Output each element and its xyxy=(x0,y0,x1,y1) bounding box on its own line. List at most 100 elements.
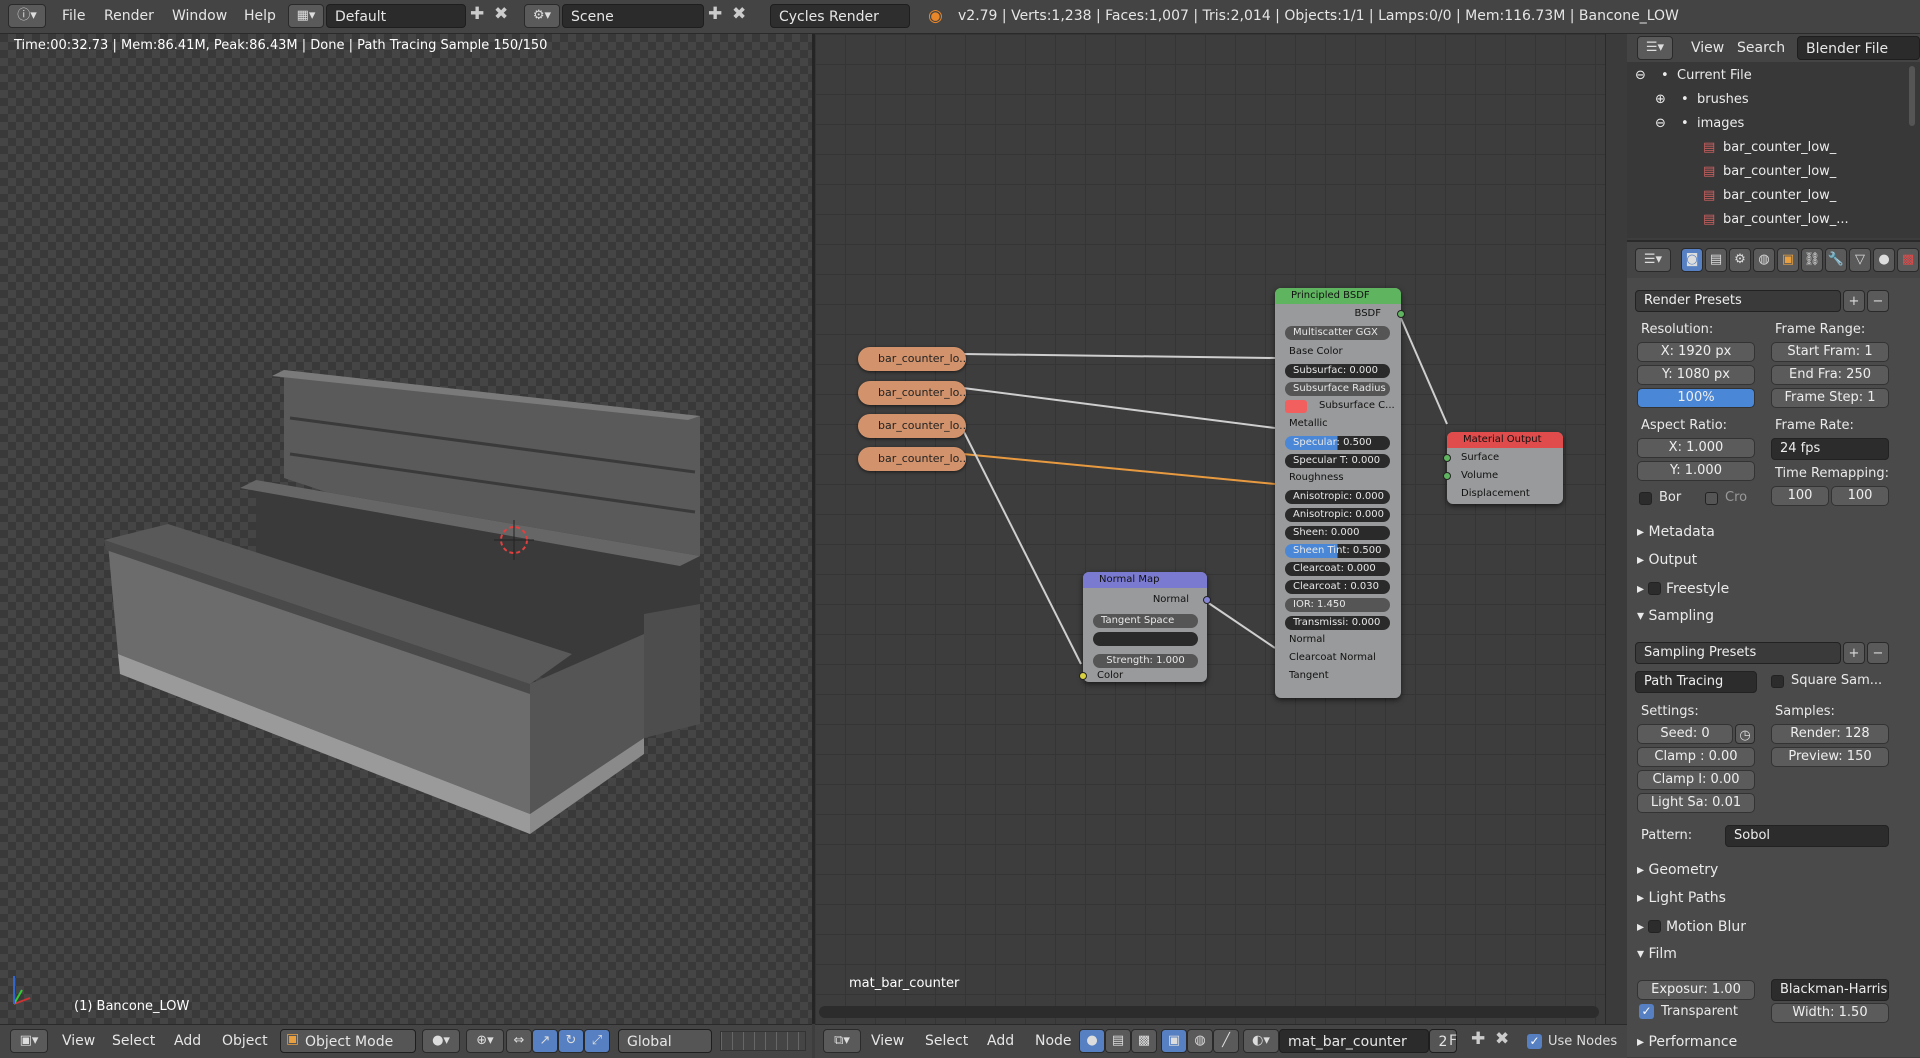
freestyle-panel-toggle[interactable]: ▸ Freestyle xyxy=(1637,580,1729,597)
outliner-scrollbar[interactable] xyxy=(1909,66,1915,126)
input-ior[interactable]: IOR: 1.450 xyxy=(1285,598,1390,612)
remove-scene-icon[interactable]: ✖ xyxy=(732,4,746,24)
shader-nodes-icon[interactable]: ● xyxy=(1079,1029,1105,1053)
outliner-display-mode[interactable]: Blender File xyxy=(1797,36,1920,60)
tree-image-item[interactable]: bar_counter_low_ xyxy=(1723,164,1836,179)
menu-file[interactable]: File xyxy=(62,0,85,33)
input-specular[interactable]: Specular: 0.500 xyxy=(1285,436,1390,450)
output-panel-toggle[interactable]: ▸ Output xyxy=(1637,552,1697,568)
film-panel-toggle[interactable]: ▾ Film xyxy=(1637,946,1677,962)
frame-rate-select[interactable]: 24 fps xyxy=(1771,438,1889,460)
texture-nodes-icon[interactable]: ▩ xyxy=(1131,1029,1157,1053)
filter-width-field[interactable]: Width: 1.50 xyxy=(1771,1003,1889,1023)
square-samples-checkbox[interactable] xyxy=(1771,675,1784,688)
tree-image-item[interactable]: bar_counter_low_ xyxy=(1723,188,1836,203)
add-layout-icon[interactable]: ✚ xyxy=(470,4,484,24)
viewport-menu-object[interactable]: Object xyxy=(222,1025,268,1058)
input-clearcoat-roughness[interactable]: Clearcoat : 0.030 xyxy=(1285,580,1390,594)
node-menu-add[interactable]: Add xyxy=(987,1025,1014,1058)
aspect-x-field[interactable]: X: 1.000 xyxy=(1637,438,1755,458)
viewport-menu-view[interactable]: View xyxy=(62,1025,95,1058)
geometry-panel-toggle[interactable]: ▸ Geometry xyxy=(1637,862,1718,878)
clamp-direct-field[interactable]: Clamp : 0.00 xyxy=(1637,747,1755,767)
scale-icon[interactable]: ⤢ xyxy=(584,1029,610,1053)
sampling-panel-toggle[interactable]: ▾ Sampling xyxy=(1637,608,1714,624)
add-sampling-preset-icon[interactable]: + xyxy=(1843,642,1865,664)
tree-images[interactable]: images xyxy=(1697,116,1744,131)
render-layers-tab-icon[interactable]: ▤ xyxy=(1705,248,1727,272)
light-paths-panel-toggle[interactable]: ▸ Light Paths xyxy=(1637,890,1726,906)
menu-window[interactable]: Window xyxy=(172,0,227,33)
tree-image-item[interactable]: bar_counter_low_ xyxy=(1723,140,1836,155)
data-tab-icon[interactable]: ▽ xyxy=(1849,248,1871,272)
input-clearcoat[interactable]: Clearcoat: 0.000 xyxy=(1285,562,1390,576)
node-editor[interactable]: bar_counter_lo... bar_counter_lo... bar_… xyxy=(815,34,1605,1024)
properties-type-icon[interactable]: ☰▾ xyxy=(1635,248,1671,272)
input-specular-tint[interactable]: Specular T: 0.000 xyxy=(1285,454,1390,468)
freestyle-checkbox[interactable] xyxy=(1648,582,1662,595)
tree-image-item[interactable]: bar_counter_low_... xyxy=(1723,212,1849,227)
pivot-icon[interactable]: ⊕▾ xyxy=(466,1029,504,1053)
outliner-menu-view[interactable]: View xyxy=(1691,34,1724,62)
info-editor-icon[interactable]: ⓘ▾ xyxy=(8,4,46,28)
end-frame-field[interactable]: End Fra: 250 xyxy=(1771,365,1889,385)
scene-name-field[interactable]: Scene xyxy=(562,4,704,28)
performance-panel-toggle[interactable]: ▸ Performance xyxy=(1637,1034,1737,1050)
subsurface-color-swatch[interactable] xyxy=(1285,400,1307,413)
input-subsurface[interactable]: Subsurfac: 0.000 xyxy=(1285,364,1390,378)
material-tab-icon[interactable]: ● xyxy=(1873,248,1895,272)
world-tab-icon[interactable]: ◍ xyxy=(1753,248,1775,272)
use-nodes-checkbox[interactable]: ✓ xyxy=(1527,1034,1542,1049)
remap-old-field[interactable]: 100 xyxy=(1771,486,1829,506)
orientation-select[interactable]: Global xyxy=(618,1029,712,1053)
node-editor-type-icon[interactable]: ⧉▾ xyxy=(823,1029,861,1053)
pattern-select[interactable]: Sobol xyxy=(1725,825,1889,847)
node-editor-scrollbar[interactable] xyxy=(1605,34,1628,1024)
remap-new-field[interactable]: 100 xyxy=(1831,486,1889,506)
expand-brushes-icon[interactable]: ⊕ xyxy=(1655,92,1666,107)
render-tab-icon[interactable]: ◙ xyxy=(1681,248,1703,272)
modifiers-tab-icon[interactable]: 🔧 xyxy=(1825,248,1847,272)
input-sheen[interactable]: Sheen: 0.000 xyxy=(1285,526,1390,540)
sampling-presets-select[interactable]: Sampling Presets xyxy=(1635,642,1841,664)
editor-type-icon[interactable]: ▣▾ xyxy=(10,1029,48,1053)
aspect-y-field[interactable]: Y: 1.000 xyxy=(1637,461,1755,481)
seed-field[interactable]: Seed: 0 xyxy=(1637,724,1733,744)
remove-layout-icon[interactable]: ✖ xyxy=(494,4,508,24)
render-presets-select[interactable]: Render Presets xyxy=(1635,290,1841,312)
remove-sampling-preset-icon[interactable]: − xyxy=(1867,642,1889,664)
image-texture-node[interactable]: bar_counter_lo... xyxy=(858,381,966,405)
texture-tab-icon[interactable]: ▩ xyxy=(1897,248,1919,272)
color-input-socket[interactable] xyxy=(1079,672,1087,680)
image-texture-node[interactable]: bar_counter_lo... xyxy=(858,447,966,471)
line-style-icon[interactable]: ╱ xyxy=(1213,1029,1239,1053)
input-anisotropic[interactable]: Anisotropic: 0.000 xyxy=(1285,490,1390,504)
normal-output-socket[interactable] xyxy=(1203,596,1211,604)
surface-socket[interactable] xyxy=(1443,454,1451,462)
material-browse-icon[interactable]: ◐▾ xyxy=(1243,1029,1279,1053)
node-menu-view[interactable]: View xyxy=(871,1025,904,1058)
resolution-x-field[interactable]: X: 1920 px xyxy=(1637,342,1755,362)
light-sampling-field[interactable]: Light Sa: 0.01 xyxy=(1637,793,1755,813)
manipulator-icon[interactable]: ⇔ xyxy=(506,1029,532,1053)
world-shader-icon[interactable]: ◍ xyxy=(1187,1029,1213,1053)
tree-brushes[interactable]: brushes xyxy=(1697,92,1749,107)
principled-bsdf-node[interactable]: Principled BSDF BSDF Multiscatter GGX Ba… xyxy=(1275,288,1405,698)
render-samples-field[interactable]: Render: 128 xyxy=(1771,724,1889,744)
space-select[interactable]: Tangent Space xyxy=(1093,614,1198,628)
border-checkbox[interactable] xyxy=(1639,492,1652,505)
motion-blur-panel-toggle[interactable]: ▸ Motion Blur xyxy=(1637,918,1746,935)
object-shader-icon[interactable]: ▣ xyxy=(1161,1029,1187,1053)
menu-help[interactable]: Help xyxy=(244,0,276,33)
tree-current-file[interactable]: Current File xyxy=(1677,68,1752,83)
viewport-menu-select[interactable]: Select xyxy=(112,1025,155,1058)
horizontal-scrollbar[interactable] xyxy=(819,1006,1599,1018)
resolution-percentage[interactable]: 100% xyxy=(1637,388,1755,408)
crop-checkbox[interactable] xyxy=(1705,492,1718,505)
animated-seed-icon[interactable]: ◷ xyxy=(1735,724,1755,744)
node-menu-node[interactable]: Node xyxy=(1035,1025,1072,1058)
integrator-select[interactable]: Path Tracing xyxy=(1635,671,1757,693)
object-tab-icon[interactable]: ▣ xyxy=(1777,248,1799,272)
add-preset-icon[interactable]: + xyxy=(1843,290,1865,312)
constraints-tab-icon[interactable]: ⛓ xyxy=(1801,248,1823,272)
